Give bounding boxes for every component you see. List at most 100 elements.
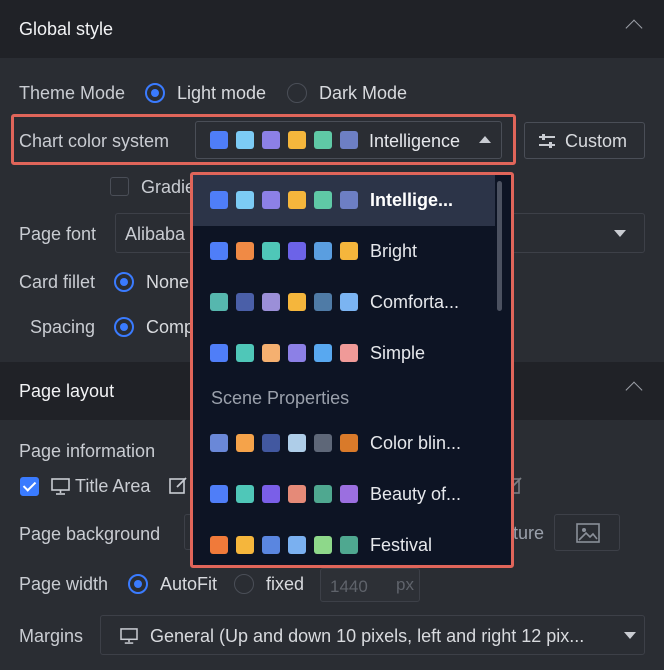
swatch xyxy=(340,344,358,363)
image-icon xyxy=(576,523,600,543)
collapse-chevron-icon[interactable] xyxy=(625,381,643,399)
page-information-label: Page information xyxy=(19,441,156,461)
title-area-checkbox[interactable] xyxy=(20,477,39,496)
dropdown-item-bright[interactable]: Bright xyxy=(193,226,495,277)
swatch xyxy=(288,293,306,312)
chart-color-system-label: Chart color system xyxy=(19,131,170,151)
sliders-icon xyxy=(538,132,556,150)
swatch xyxy=(314,131,332,149)
spacing-compact-radio[interactable] xyxy=(114,317,134,337)
fixed-label[interactable]: fixed xyxy=(266,574,304,595)
custom-button[interactable]: Custom xyxy=(524,122,645,159)
swatch xyxy=(236,191,254,210)
dropdown-item-beauty[interactable]: Beauty of... xyxy=(193,469,495,520)
autofit-label[interactable]: AutoFit xyxy=(160,574,217,595)
swatch xyxy=(314,485,332,504)
item-swatches xyxy=(210,344,366,363)
swatch xyxy=(236,536,254,555)
page-width-input[interactable]: 1440 px xyxy=(320,568,420,602)
swatch xyxy=(210,536,228,555)
spacing-compact-label[interactable]: Comp xyxy=(146,317,194,338)
dropdown-item-label: Beauty of... xyxy=(370,484,462,504)
global-style-title: Global style xyxy=(19,18,114,39)
swatch xyxy=(262,344,280,363)
custom-button-label: Custom xyxy=(565,131,628,151)
dropdown-item-intelligence[interactable]: Intellige... xyxy=(193,175,495,226)
autofit-radio[interactable] xyxy=(128,574,148,594)
dropdown-item-label: Simple xyxy=(370,343,426,363)
fixed-radio[interactable] xyxy=(234,574,254,594)
dropdown-item-label: Intellige... xyxy=(370,190,454,210)
swatch xyxy=(210,344,228,363)
light-mode-radio[interactable] xyxy=(145,83,165,103)
caret-down-icon xyxy=(624,632,636,639)
swatch xyxy=(314,434,332,453)
swatch xyxy=(314,344,332,363)
swatch xyxy=(340,434,358,453)
dropdown-item-comfortable[interactable]: Comforta... xyxy=(193,277,495,328)
title-area-label: Title Area xyxy=(75,476,151,496)
dropdown-item-color-blind[interactable]: Color blin... xyxy=(193,418,495,469)
dropdown-item-label: Bright xyxy=(370,241,418,261)
chart-color-select[interactable]: Intelligence xyxy=(195,121,502,159)
card-fillet-label: Card fillet xyxy=(19,272,96,292)
collapse-chevron-icon[interactable] xyxy=(625,19,643,37)
swatch xyxy=(340,485,358,504)
dropdown-item-label: Color blin... xyxy=(370,433,462,453)
swatch xyxy=(236,242,254,261)
caret-up-icon xyxy=(479,136,491,143)
dark-mode-label[interactable]: Dark Mode xyxy=(319,83,407,104)
item-swatches xyxy=(210,536,366,555)
card-fillet-none-label[interactable]: None xyxy=(146,272,189,293)
swatch xyxy=(210,293,228,312)
swatch xyxy=(236,434,254,453)
global-style-header[interactable]: Global style xyxy=(0,0,664,58)
swatch xyxy=(262,293,280,312)
margins-value: General (Up and down 10 pixels, left and… xyxy=(150,626,585,646)
scene-properties-group-label: Scene Properties xyxy=(211,388,350,408)
color-scheme-dropdown: Intellige... Bright Comforta... Simple S… xyxy=(190,172,514,568)
swatch xyxy=(340,131,358,149)
dropdown-scrollbar[interactable] xyxy=(497,181,502,311)
spacing-label: Spacing xyxy=(30,317,96,337)
dropdown-item-label: Festival xyxy=(370,535,433,555)
monitor-icon xyxy=(51,478,70,495)
swatch xyxy=(288,434,306,453)
swatch xyxy=(340,293,358,312)
margins-label: Margins xyxy=(19,626,84,646)
swatch xyxy=(288,344,306,363)
picture-upload[interactable] xyxy=(554,514,620,551)
page-font-value: Alibaba xyxy=(125,224,186,244)
gradient-checkbox[interactable] xyxy=(110,177,129,196)
swatch xyxy=(236,293,254,312)
dropdown-item-label: Comforta... xyxy=(370,292,460,312)
selected-scheme-name: Intelligence xyxy=(369,131,461,151)
swatch xyxy=(262,191,280,210)
monitor-icon xyxy=(120,628,138,644)
swatch xyxy=(288,131,306,149)
dropdown-item-festival[interactable]: Festival xyxy=(193,520,495,565)
swatch xyxy=(262,485,280,504)
swatch xyxy=(210,131,228,149)
page-width-value: 1440 xyxy=(330,577,368,596)
gradient-label: Gradie xyxy=(141,177,196,197)
swatch xyxy=(314,293,332,312)
page-font-label: Page font xyxy=(19,224,97,244)
swatch xyxy=(340,536,358,555)
swatch xyxy=(236,485,254,504)
swatch xyxy=(340,191,358,210)
dark-mode-radio[interactable] xyxy=(287,83,307,103)
page-background-label: Page background xyxy=(19,524,161,544)
swatch xyxy=(314,191,332,210)
swatch xyxy=(288,191,306,210)
card-fillet-none-radio[interactable] xyxy=(114,272,134,292)
edit-icon[interactable] xyxy=(169,476,188,495)
swatch xyxy=(262,242,280,261)
light-mode-label[interactable]: Light mode xyxy=(177,83,266,104)
swatch xyxy=(210,242,228,261)
dropdown-item-simple[interactable]: Simple xyxy=(193,328,495,379)
margins-select[interactable]: General (Up and down 10 pixels, left and… xyxy=(100,615,645,655)
item-swatches xyxy=(210,242,366,261)
swatch xyxy=(210,485,228,504)
item-swatches xyxy=(210,191,366,210)
